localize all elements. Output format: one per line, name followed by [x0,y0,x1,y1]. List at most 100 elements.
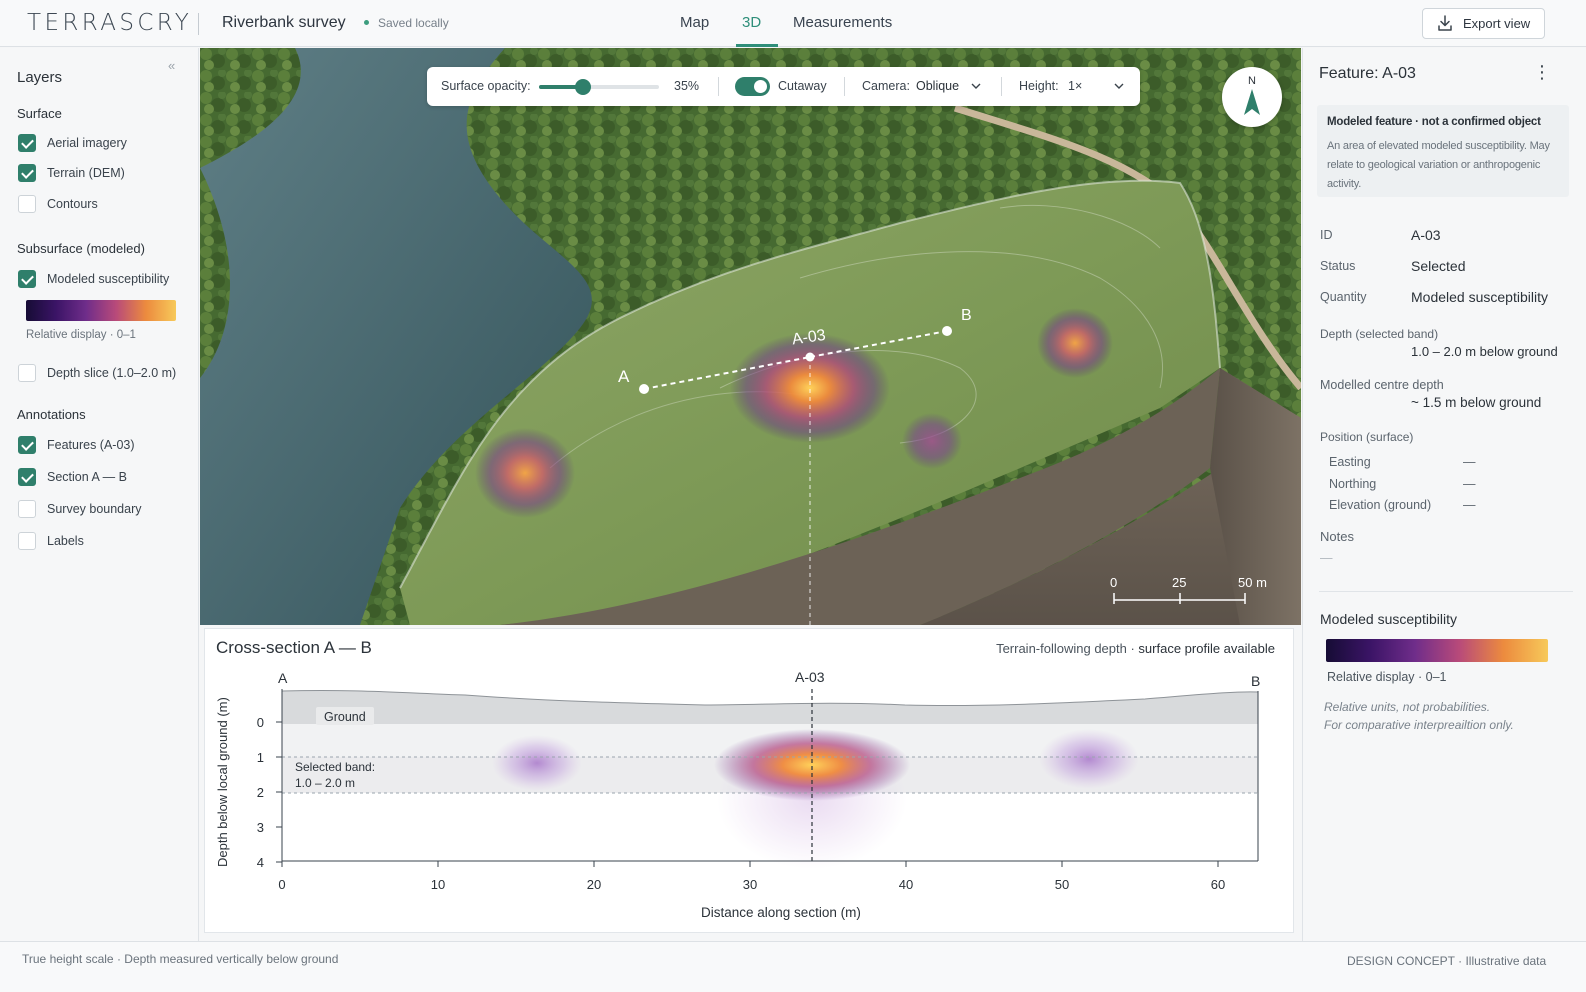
north-arrow-icon [1244,89,1260,115]
cross-section-panel: 0 10 20 30 40 50 60 0 1 2 3 4 A B A-03 Ground Sele… [204,628,1294,933]
brand-logo: TERRASCRY [27,10,193,36]
layers-panel: Layers « Surface Aerial imagery Terrain … [0,48,199,941]
layer-label: Contours [47,197,98,211]
surface-opacity-label: Surface opacity: [441,79,531,93]
elevation-label: Elevation (ground) [1329,498,1432,512]
layer-label: Aerial imagery [47,136,127,150]
centre-depth-value: ~ 1.5 m below ground [1411,395,1542,410]
annotations-group-title: Annotations [17,407,86,422]
view-toolbar: Surface opacity: 35% Cutaway Camera: Obl… [427,67,1140,106]
position-label: Position (surface) [1320,430,1414,444]
cross-section-chart[interactable]: 0 10 20 30 40 50 60 0 1 2 3 4 A B A-03 Ground Sele… [205,629,1295,934]
x-tick-label: 50 [1055,877,1069,892]
checkbox[interactable] [18,436,36,454]
section-start-label: A [278,670,288,686]
export-view-button[interactable]: Export view [1422,8,1545,39]
legend-caption: Relative display · 0–1 [26,329,136,341]
depth-mode-label: Terrain-following depth [996,641,1127,656]
elevation-value: — [1463,498,1476,512]
susceptibility-color-ramp [1326,639,1548,662]
compass-button[interactable]: N [1222,67,1282,127]
depth-value: 1.0 – 2.0 m below ground [1411,344,1558,359]
centre-depth-label: Modelled centre depth [1320,378,1444,392]
design-concept-label: DESIGN CONCEPT [1347,954,1455,968]
x-tick-label: 0 [278,877,285,892]
3d-viewport[interactable]: A B A-03 0 25 50 m Surface opacity: 35% … [200,48,1301,625]
x-tick-label: 30 [743,877,757,892]
checkbox[interactable] [18,468,36,486]
collapse-panel-icon[interactable]: « [168,58,175,73]
disclaimer-body: An area of elevated modeled susceptibili… [1327,140,1550,190]
feature-a03-heat[interactable] [730,333,890,443]
cross-section-title: Cross-section A — B [216,638,372,657]
quantity-value: Modeled susceptibility [1411,289,1548,305]
divider [844,77,845,96]
save-status: Saved locally [364,16,449,30]
divider [1001,77,1002,96]
id-label: ID [1320,228,1333,242]
quantity-label: Quantity [1320,290,1367,304]
ground-label: Ground [324,710,366,724]
x-tick-label: 20 [587,877,601,892]
surface-group-title: Surface [17,106,62,121]
status-value: Selected [1411,258,1466,274]
band-label: Selected band: [295,760,375,774]
chevron-down-icon[interactable] [971,82,981,90]
cutaway-toggle[interactable] [735,77,770,96]
id-value: A-03 [1411,227,1441,243]
checkbox[interactable] [18,532,36,550]
save-status-label: Saved locally [378,16,449,30]
depth-note: Depth measured vertically below ground [124,952,339,966]
layer-label: Labels [47,534,84,548]
checkbox[interactable] [18,270,36,288]
scale-tick-label: 25 [1172,575,1186,590]
y-tick-label: 3 [257,820,264,835]
opacity-value: 35% [674,79,700,93]
scale-tick-label: 50 m [1238,575,1267,590]
x-axis-label: Distance along section (m) [701,905,861,920]
legend-note-line: For comparative interpreailtion only. [1324,718,1514,732]
divider [718,77,719,96]
download-icon [1438,15,1452,31]
active-tab-indicator [736,44,778,47]
feature-label: A-03 [795,669,825,685]
more-options-icon[interactable]: ⋮ [1533,62,1551,83]
status-footer: True height scale · Depth measured verti… [0,941,1586,992]
chevron-down-icon[interactable] [1114,82,1124,90]
section-point-b[interactable] [942,326,952,336]
project-title: Riverbank survey [222,14,346,31]
y-tick-label: 1 [257,750,264,765]
easting-value: — [1463,455,1476,469]
checkbox[interactable] [18,195,36,213]
opacity-slider-handle[interactable] [575,79,591,95]
layers-title: Layers [17,69,63,86]
legend-title: Modeled susceptibility [1320,611,1457,627]
layer-label: Features (A-03) [47,438,135,452]
northing-label: Northing [1329,477,1377,491]
feature-marker[interactable] [805,352,815,362]
camera-label: Camera: [862,79,910,93]
checkbox[interactable] [18,500,36,518]
checkbox[interactable] [18,164,36,182]
tab-map[interactable]: Map [680,14,709,31]
tab-measurements[interactable]: Measurements [793,14,892,31]
tab-3d[interactable]: 3D [742,14,761,31]
checkbox[interactable] [18,134,36,152]
checkbox[interactable] [18,364,36,382]
legend-note: Relative units, not probabilities. For c… [1324,698,1574,734]
feature-panel: Feature: A-03 ⋮ Modeled feature · not a … [1302,48,1586,941]
layer-label: Section A — B [47,470,127,484]
status-dot-icon [364,20,369,25]
camera-select[interactable]: Oblique [916,79,959,93]
profile-status: surface profile available [1138,641,1275,656]
depth-label: Depth (selected band) [1320,327,1439,341]
susceptibility-color-ramp [26,300,176,321]
notes-value[interactable]: — [1320,551,1333,565]
height-select[interactable]: 1× [1068,79,1082,93]
divider [1319,591,1573,592]
terrain-scene[interactable]: A B A-03 0 25 50 m [200,48,1301,625]
section-point-a[interactable] [639,384,649,394]
height-label: Height: [1019,79,1059,93]
easting-label: Easting [1329,455,1371,469]
x-tick-label: 40 [899,877,913,892]
